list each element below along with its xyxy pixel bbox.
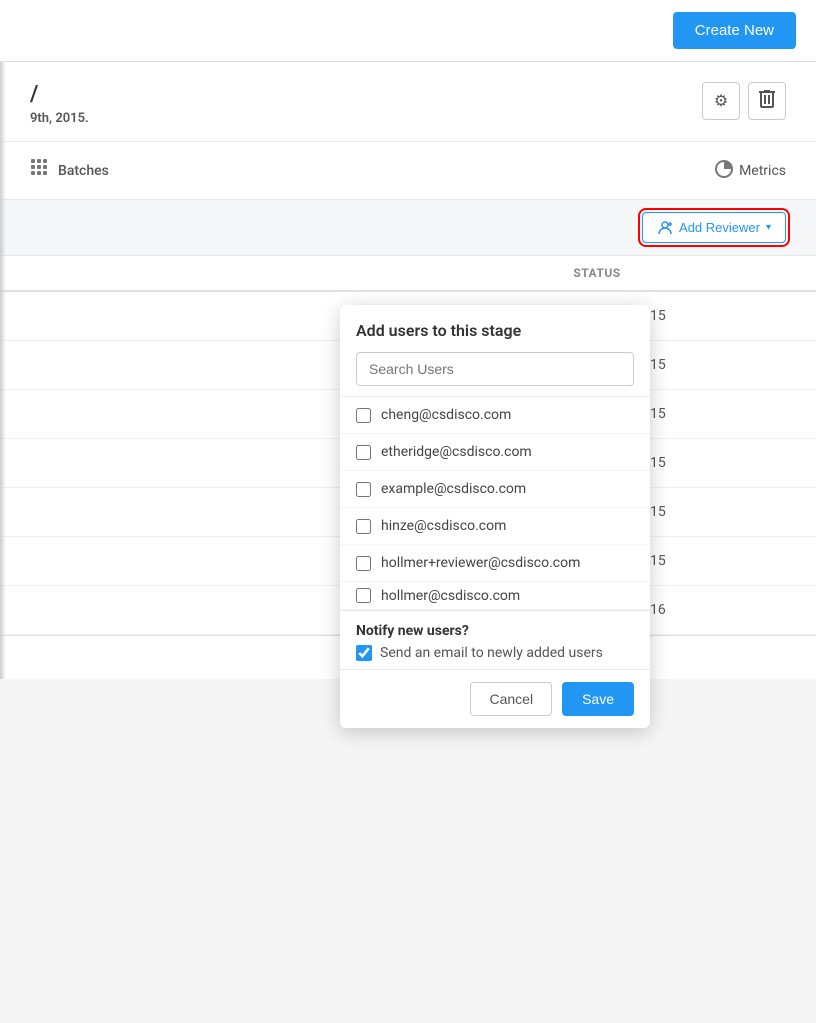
modal-footer: Cancel Save	[340, 669, 650, 728]
page-header: / 9th, 2015. ⚙	[0, 62, 816, 142]
table-column-empty	[30, 266, 408, 280]
user-checkbox-0[interactable]	[356, 408, 371, 423]
add-users-modal: Add users to this stage cheng@csdisco.co…	[340, 305, 650, 728]
table-header: STATUS	[0, 256, 816, 292]
stage-bar: Add Reviewer ▾	[0, 200, 816, 256]
modal-title: Add users to this stage	[340, 305, 650, 352]
create-new-button[interactable]: Create New	[673, 12, 796, 49]
torn-edge-decoration	[0, 62, 6, 679]
header-actions: ⚙	[702, 82, 786, 120]
notify-checkbox[interactable]	[356, 645, 372, 661]
batches-tab[interactable]: Batches	[30, 142, 109, 199]
list-item[interactable]: hollmer+reviewer@csdisco.com	[340, 545, 650, 582]
metrics-tab[interactable]: Metrics	[715, 160, 786, 182]
gear-icon: ⚙	[714, 91, 728, 111]
trash-button[interactable]	[748, 82, 786, 120]
list-item[interactable]: cheng@csdisco.com	[340, 397, 650, 434]
nav-section: Batches Metrics	[0, 142, 816, 200]
user-email-3: hinze@csdisco.com	[381, 518, 506, 534]
user-checkbox-2[interactable]	[356, 482, 371, 497]
top-bar: Create New	[0, 0, 816, 62]
metrics-label: Metrics	[739, 163, 786, 179]
add-reviewer-button[interactable]: Add Reviewer ▾	[642, 212, 786, 243]
cancel-button[interactable]: Cancel	[470, 682, 552, 716]
user-checkbox-3[interactable]	[356, 519, 371, 534]
list-item[interactable]: hinze@csdisco.com	[340, 508, 650, 545]
list-item[interactable]: example@csdisco.com	[340, 471, 650, 508]
user-checkbox-5[interactable]	[356, 588, 371, 603]
batches-icon	[30, 158, 50, 183]
user-email-5: hollmer@csdisco.com	[381, 588, 520, 604]
page-title: /	[30, 82, 89, 107]
batches-label: Batches	[58, 163, 109, 179]
user-checkbox-1[interactable]	[356, 445, 371, 460]
add-reviewer-label: Add Reviewer	[679, 220, 760, 235]
gear-button[interactable]: ⚙	[702, 82, 740, 120]
notify-label: Send an email to newly added users	[380, 645, 603, 661]
save-button[interactable]: Save	[562, 682, 634, 716]
user-email-4: hollmer+reviewer@csdisco.com	[381, 555, 580, 571]
user-email-0: cheng@csdisco.com	[381, 407, 511, 423]
search-users-input[interactable]	[356, 352, 634, 386]
user-list: cheng@csdisco.com etheridge@csdisco.com …	[340, 396, 650, 610]
user-email-1: etheridge@csdisco.com	[381, 444, 532, 460]
notify-title: Notify new users?	[356, 623, 634, 639]
page-title-section: / 9th, 2015.	[30, 82, 89, 126]
list-item[interactable]: hollmer@csdisco.com	[340, 582, 650, 610]
user-checkbox-4[interactable]	[356, 556, 371, 571]
list-item[interactable]: etheridge@csdisco.com	[340, 434, 650, 471]
notify-option[interactable]: Send an email to newly added users	[356, 645, 634, 661]
table-column-status: STATUS	[408, 266, 786, 280]
search-box	[356, 352, 634, 386]
dropdown-chevron-icon: ▾	[766, 222, 771, 233]
trash-icon	[759, 90, 775, 113]
notify-section: Notify new users? Send an email to newly…	[340, 610, 650, 669]
user-email-2: example@csdisco.com	[381, 481, 526, 497]
metrics-icon	[715, 160, 733, 182]
page-subtitle: 9th, 2015.	[30, 111, 89, 126]
